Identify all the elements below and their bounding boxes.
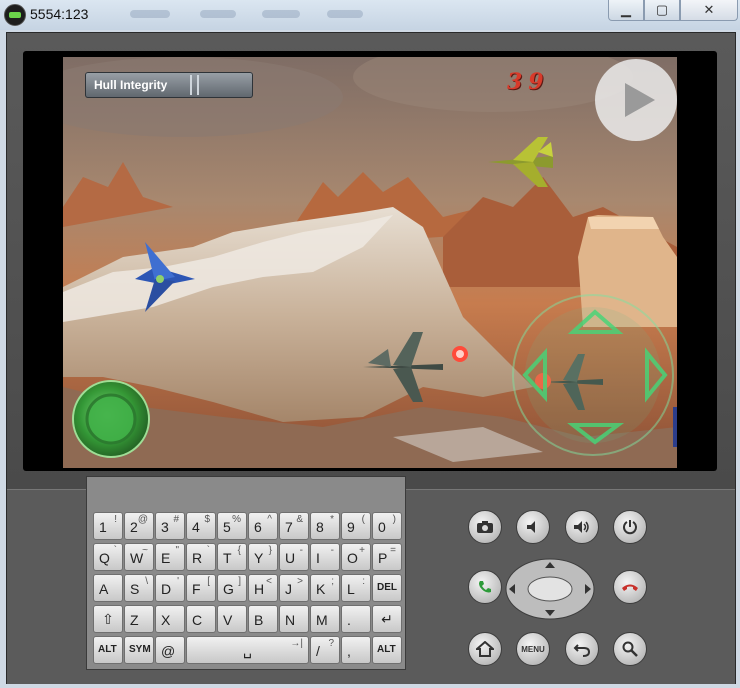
volume-up-icon[interactable]: [565, 510, 599, 544]
key[interactable]: .: [341, 605, 371, 633]
key[interactable]: A: [93, 574, 123, 602]
key[interactable]: Z: [124, 605, 154, 633]
key[interactable]: 3 #: [155, 512, 185, 540]
back-icon[interactable]: [565, 632, 599, 666]
key[interactable]: 6 ^: [248, 512, 278, 540]
call-icon[interactable]: [468, 570, 502, 604]
key[interactable]: /?: [310, 636, 340, 664]
minimize-icon[interactable]: ▁: [608, 0, 644, 21]
hull-integrity-bar: Hull Integrity: [85, 72, 253, 98]
volume-down-icon[interactable]: [516, 510, 550, 544]
key[interactable]: J >: [279, 574, 309, 602]
home-icon[interactable]: [468, 632, 502, 666]
qwerty-keyboard: 1! 2 @ 3 # 4 $ 5% 6 ^ 7 & 8 * 9( 0) Q ` W ~ E " R…: [86, 476, 406, 670]
key[interactable]: E ": [155, 543, 185, 571]
close-icon[interactable]: ✕: [680, 0, 738, 21]
key[interactable]: 0): [372, 512, 402, 540]
game-scene: [63, 57, 677, 468]
key[interactable]: C: [186, 605, 216, 633]
key[interactable]: U-: [279, 543, 309, 571]
key[interactable]: Q `: [93, 543, 123, 571]
end-call-icon[interactable]: [613, 570, 647, 604]
key[interactable]: N: [279, 605, 309, 633]
key[interactable]: K;: [310, 574, 340, 602]
delete-key[interactable]: DEL: [372, 574, 402, 602]
key[interactable]: 8 *: [310, 512, 340, 540]
blurred-text: [130, 10, 170, 18]
blurred-text: [200, 10, 236, 18]
alt-key[interactable]: ALT: [93, 636, 123, 664]
key[interactable]: W ~: [124, 543, 154, 571]
space-key[interactable]: ␣ →|: [186, 636, 309, 664]
window-title: 5554:123: [30, 6, 89, 22]
key[interactable]: H <: [248, 574, 278, 602]
key[interactable]: Y}: [248, 543, 278, 571]
dpad-control: [512, 294, 674, 456]
blurred-text: [262, 10, 300, 18]
key[interactable]: 2 @: [124, 512, 154, 540]
key[interactable]: X: [155, 605, 185, 633]
shift-key[interactable]: ⇧: [93, 605, 123, 633]
key[interactable]: @: [155, 636, 185, 664]
search-icon[interactable]: [613, 632, 647, 666]
key[interactable]: ,: [341, 636, 371, 664]
power-icon[interactable]: [613, 510, 647, 544]
key[interactable]: 5%: [217, 512, 247, 540]
enter-key[interactable]: ↵: [372, 605, 402, 633]
hull-integrity-label: Hull Integrity: [94, 78, 168, 92]
key[interactable]: I-: [310, 543, 340, 571]
key[interactable]: O +: [341, 543, 371, 571]
menu-button[interactable]: MENU: [516, 632, 550, 666]
key[interactable]: 9(: [341, 512, 371, 540]
window-titlebar: 5554:123 ▁ ▢ ✕: [0, 0, 740, 30]
key[interactable]: M: [310, 605, 340, 633]
sym-key[interactable]: SYM: [124, 636, 154, 664]
key[interactable]: D ': [155, 574, 185, 602]
alt-key[interactable]: ALT: [372, 636, 402, 664]
maximize-icon[interactable]: ▢: [644, 0, 680, 21]
key[interactable]: S \: [124, 574, 154, 602]
key[interactable]: F[: [186, 574, 216, 602]
game-screen[interactable]: Hull Integrity 39: [63, 57, 677, 468]
key[interactable]: 1!: [93, 512, 123, 540]
key[interactable]: V: [217, 605, 247, 633]
key[interactable]: 7 &: [279, 512, 309, 540]
key[interactable]: G]: [217, 574, 247, 602]
camera-icon[interactable]: [468, 510, 502, 544]
key[interactable]: 4 $: [186, 512, 216, 540]
score-display: 39: [507, 69, 550, 95]
play-icon[interactable]: [595, 59, 677, 141]
key[interactable]: R `: [186, 543, 216, 571]
key[interactable]: P =: [372, 543, 402, 571]
key[interactable]: B: [248, 605, 278, 633]
app-icon: [4, 4, 26, 26]
navigation-dpad[interactable]: [505, 558, 595, 620]
blurred-text: [327, 10, 363, 18]
key[interactable]: T{: [217, 543, 247, 571]
key[interactable]: L:: [341, 574, 371, 602]
